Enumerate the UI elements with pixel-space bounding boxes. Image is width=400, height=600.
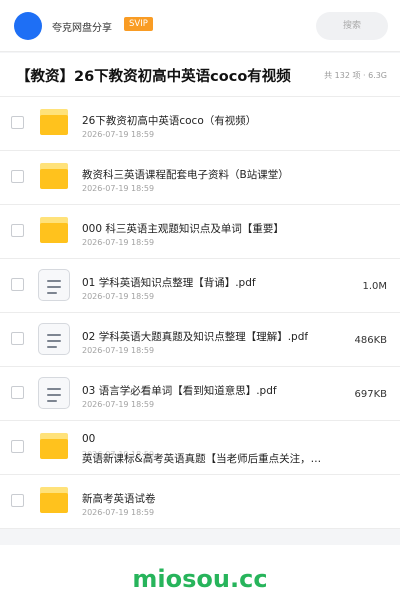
file-date: 2026-07-19 18:59 — [82, 346, 155, 355]
file-row[interactable]: 教资科三英语课程配套电子资料（B站课堂） 2026-07-19 18:59 — [0, 151, 400, 205]
file-date: 2026-07-19 18:59 — [82, 292, 155, 301]
file-date: 2026-07-19 18:59 — [82, 400, 155, 409]
row-checkbox[interactable] — [11, 278, 24, 291]
file-size: 486KB — [354, 335, 387, 346]
folder-icon — [40, 217, 68, 243]
file-name: 01 学科英语知识点整理【背诵】.pdf — [82, 277, 256, 289]
file-list: 26下教资初高中英语coco（有视频） 2026-07-19 18:59 教资科… — [0, 97, 400, 529]
pdf-document-icon — [38, 377, 70, 409]
row-checkbox[interactable] — [11, 386, 24, 399]
pdf-document-icon — [38, 323, 70, 355]
share-meta: 共 132 项 · 6.3G — [324, 71, 387, 80]
file-size: 1.0M — [362, 281, 387, 292]
file-name: 03 语言学必看单词【看到知道意思】.pdf — [82, 385, 277, 397]
row-checkbox[interactable] — [11, 170, 24, 183]
row-checkbox[interactable] — [11, 494, 24, 507]
file-row[interactable]: 000 科三英语主观题知识点及单词【重要】 2026-07-19 18:59 — [0, 205, 400, 259]
app-name: 夸克网盘分享 — [52, 23, 112, 34]
file-size: 697KB — [354, 389, 387, 400]
footer: miosou.cc — [0, 545, 400, 600]
file-row[interactable]: 00 2026-07-19 18:59 英语新课标&高考英语真题【当老师后重点关… — [0, 421, 400, 475]
row-checkbox[interactable] — [11, 116, 24, 129]
file-date: 2026-07-19 18:59 — [82, 508, 155, 517]
page-title: 【教资】26下教资初高中英语coco有视频 — [16, 69, 291, 85]
file-date: 2026-07-19 18:59 — [82, 130, 155, 139]
file-name: 00 — [82, 433, 96, 445]
top-bar: 夸克网盘分享 SVIP 搜索 — [0, 0, 400, 52]
share-title-bar: 【教资】26下教资初高中英语coco有视频 共 132 项 · 6.3G — [0, 53, 400, 97]
search-input[interactable]: 搜索 — [316, 12, 388, 40]
file-row[interactable]: 26下教资初高中英语coco（有视频） 2026-07-19 18:59 — [0, 97, 400, 151]
file-row[interactable]: 02 学科英语大题真题及知识点整理【理解】.pdf 2026-07-19 18:… — [0, 313, 400, 367]
avatar[interactable] — [14, 12, 42, 40]
folder-icon — [40, 487, 68, 513]
file-row[interactable]: 03 语言学必看单词【看到知道意思】.pdf 2026-07-19 18:59 … — [0, 367, 400, 421]
pdf-document-icon — [38, 269, 70, 301]
watermark: miosou.cc — [132, 565, 268, 593]
file-name: 26下教资初高中英语coco（有视频） — [82, 115, 257, 127]
file-date: 2026-07-19 18:59 — [82, 184, 155, 193]
file-name: 新高考英语试卷 — [82, 493, 156, 505]
row-checkbox[interactable] — [11, 224, 24, 237]
file-row[interactable]: 新高考英语试卷 2026-07-19 18:59 — [0, 475, 400, 529]
file-date: 2026-07-19 18:59 — [82, 238, 155, 247]
folder-icon — [40, 163, 68, 189]
file-name-overlay: 英语新课标&高考英语真题【当老师后重点关注，… — [82, 453, 322, 465]
svip-badge: SVIP — [124, 17, 153, 31]
folder-icon — [40, 433, 68, 459]
folder-icon — [40, 109, 68, 135]
file-name: 教资科三英语课程配套电子资料（B站课堂） — [82, 169, 289, 181]
row-checkbox[interactable] — [11, 332, 24, 345]
file-row[interactable]: 01 学科英语知识点整理【背诵】.pdf 2026-07-19 18:59 1.… — [0, 259, 400, 313]
file-name: 02 学科英语大题真题及知识点整理【理解】.pdf — [82, 331, 309, 343]
row-checkbox[interactable] — [11, 440, 24, 453]
file-name: 000 科三英语主观题知识点及单词【重要】 — [82, 223, 284, 235]
